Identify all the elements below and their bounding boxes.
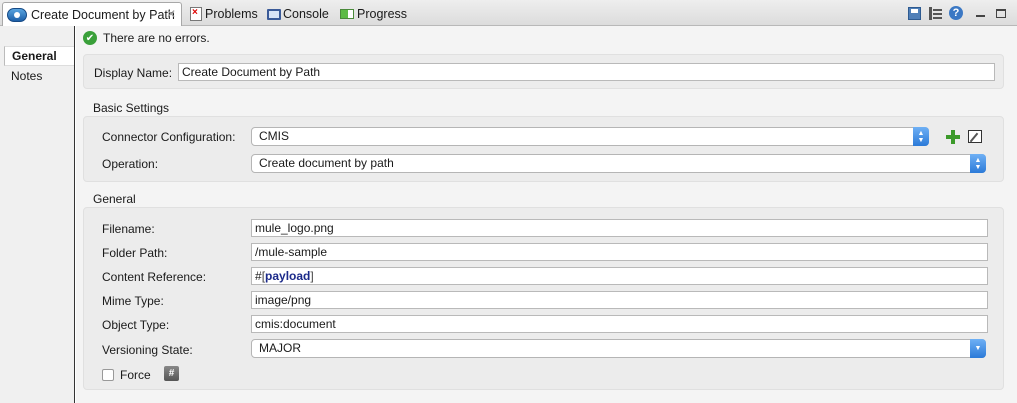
display-name-input[interactable]: Create Document by Path: [178, 63, 995, 81]
versioning-state-select[interactable]: MAJOR ▼: [251, 339, 986, 358]
connector-configuration-value: CMIS: [259, 129, 289, 143]
general-panel: Filename: mule_logo.png Folder Path: /mu…: [83, 207, 1004, 390]
checkmark-icon: ✔: [83, 31, 97, 45]
operation-value: Create document by path: [259, 156, 394, 170]
object-type-label: Object Type:: [102, 318, 170, 332]
mule-icon: [7, 7, 27, 22]
nav-item-notes[interactable]: Notes: [4, 66, 74, 86]
validation-status: ✔ There are no errors.: [83, 31, 210, 45]
versioning-state-value: MAJOR: [259, 341, 301, 355]
tab-label: Console: [283, 7, 329, 21]
display-name-panel: Display Name: Create Document by Path: [83, 54, 1004, 89]
console-icon: [267, 8, 281, 20]
chevron-updown-icon: ▲ ▼: [913, 127, 929, 146]
status-message: There are no errors.: [103, 31, 210, 45]
mime-type-label: Mime Type:: [102, 294, 164, 308]
properties-nav: General Notes: [0, 26, 75, 403]
save-icon: [907, 6, 921, 20]
outline-icon: [928, 6, 942, 20]
minimize-icon: [975, 15, 985, 17]
help-icon: ?: [949, 6, 963, 20]
tab-problems[interactable]: Problems: [190, 2, 258, 26]
tab-progress[interactable]: Progress: [340, 2, 407, 26]
display-name-label: Display Name:: [94, 66, 173, 80]
progress-icon: [340, 9, 354, 19]
chevron-down-icon: ▼: [970, 339, 986, 358]
minimize-button[interactable]: [972, 5, 988, 21]
connector-configuration-label: Connector Configuration:: [102, 130, 236, 144]
object-type-input[interactable]: cmis:document: [251, 315, 988, 333]
basic-settings-title: Basic Settings: [93, 101, 170, 115]
tab-create-document-by-path[interactable]: Create Document by Path ✕: [2, 2, 182, 26]
close-icon[interactable]: ✕: [166, 7, 176, 21]
tab-label: Progress: [357, 7, 408, 21]
content-reference-input[interactable]: #[payload]: [251, 267, 988, 285]
properties-panel: ✔ There are no errors. Display Name: Cre…: [76, 26, 1017, 403]
filename-input[interactable]: mule_logo.png: [251, 219, 988, 237]
tab-label: Problems: [205, 7, 258, 21]
add-icon[interactable]: [946, 130, 960, 144]
expression-keyword: payload: [265, 269, 311, 283]
general-section-title: General: [93, 192, 136, 206]
nav-item-general[interactable]: General: [4, 46, 74, 66]
tab-console[interactable]: Console: [267, 2, 329, 26]
outline-button[interactable]: [927, 5, 943, 21]
save-button[interactable]: [906, 5, 922, 21]
connector-configuration-select[interactable]: CMIS ▲ ▼: [251, 127, 929, 146]
basic-settings-panel: Connector Configuration: CMIS ▲ ▼ Operati…: [83, 116, 1004, 182]
mime-type-input[interactable]: image/png: [251, 291, 988, 309]
chevron-updown-icon: ▲ ▼: [970, 154, 986, 173]
tab-label: Create Document by Path: [31, 7, 175, 22]
content-reference-label: Content Reference:: [102, 270, 207, 284]
maximize-button[interactable]: [993, 5, 1009, 21]
help-button[interactable]: ?: [948, 5, 964, 21]
folder-path-input[interactable]: /mule-sample: [251, 243, 988, 261]
operation-select[interactable]: Create document by path ▲ ▼: [251, 154, 986, 173]
versioning-state-label: Versioning State:: [102, 343, 193, 357]
expression-close-bracket: ]: [310, 269, 314, 283]
expression-toggle-button[interactable]: #: [164, 366, 179, 381]
maximize-icon: [996, 8, 1006, 18]
filename-label: Filename:: [102, 222, 155, 236]
expression-hash: #: [255, 269, 262, 283]
problems-icon: [190, 7, 202, 21]
force-label: Force: [120, 368, 151, 382]
edit-icon[interactable]: [968, 130, 982, 143]
folder-path-label: Folder Path:: [102, 246, 168, 260]
force-checkbox[interactable]: [102, 369, 114, 381]
operation-label: Operation:: [102, 157, 159, 171]
editor-tab-bar: Create Document by Path ✕ Problems Conso…: [0, 0, 1017, 26]
